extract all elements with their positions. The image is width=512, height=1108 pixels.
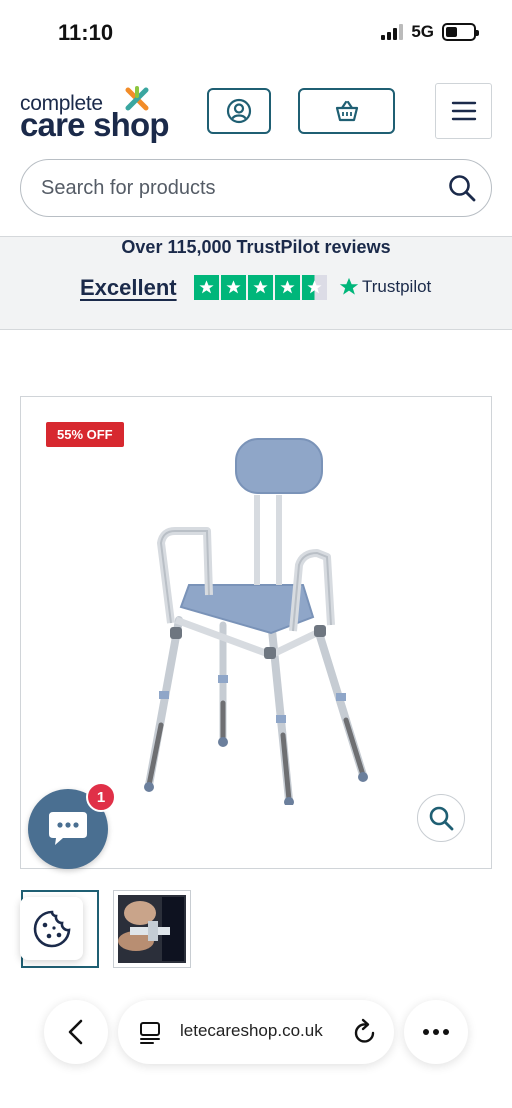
reload-icon[interactable]	[352, 1018, 378, 1046]
tabs-icon[interactable]	[138, 1020, 162, 1044]
user-circle-icon	[226, 98, 252, 124]
star-icon	[275, 275, 300, 300]
back-button[interactable]	[44, 1000, 108, 1064]
thumbnail-2[interactable]	[113, 890, 191, 968]
cookie-settings-button[interactable]	[20, 897, 83, 960]
search-icon[interactable]	[447, 173, 477, 203]
star-icon	[194, 275, 219, 300]
trustpilot-logo[interactable]: Trustpilot	[338, 276, 431, 298]
trustpilot-brand: Trustpilot	[362, 277, 432, 296]
perching-stool-image	[144, 438, 368, 805]
discount-badge: 55% OFF	[46, 422, 124, 447]
star-half-icon	[302, 275, 327, 300]
trustpilot-stars	[194, 275, 327, 300]
chat-notification-badge: 1	[86, 782, 116, 812]
signal-icon	[381, 24, 404, 40]
url-text: letecareshop.co.uk	[180, 1021, 323, 1040]
search-input[interactable]: Search for products	[20, 159, 492, 217]
trustpilot-star-icon	[339, 277, 359, 295]
hamburger-icon	[451, 101, 476, 121]
zoom-button[interactable]	[417, 794, 465, 842]
chat-bubble-icon	[49, 812, 87, 845]
logo-text-bottom: care shop	[20, 106, 170, 143]
cookie-icon	[33, 910, 70, 947]
account-button[interactable]	[207, 88, 271, 134]
star-icon	[248, 275, 273, 300]
network-label: 5G	[411, 22, 434, 41]
basket-icon	[335, 100, 358, 122]
status-time: 11:10	[58, 20, 114, 45]
battery-icon	[442, 23, 479, 41]
ellipsis-icon	[423, 1029, 449, 1035]
magnifier-icon	[429, 806, 454, 831]
trustpilot-reviews-count: Over 115,000 TrustPilot reviews	[121, 237, 391, 257]
site-header: complete care shop	[0, 80, 512, 144]
more-button[interactable]	[404, 1000, 468, 1064]
menu-button[interactable]	[435, 83, 492, 139]
thumbnail-detail-image	[118, 895, 186, 963]
basket-button[interactable]	[298, 88, 395, 134]
star-icon	[221, 275, 246, 300]
address-bar[interactable]: letecareshop.co.uk	[118, 1000, 394, 1064]
site-logo[interactable]: complete care shop	[20, 84, 190, 143]
status-bar: 11:10 5G	[0, 0, 512, 70]
trustpilot-banner[interactable]: Over 115,000 TrustPilot reviews Excellen…	[0, 236, 512, 330]
browser-toolbar: letecareshop.co.uk	[0, 990, 512, 1108]
chevron-left-icon	[68, 1019, 83, 1045]
trustpilot-rating-label[interactable]: Excellent	[80, 275, 177, 301]
status-icons: 5G	[381, 22, 479, 42]
search-placeholder: Search for products	[41, 176, 216, 199]
